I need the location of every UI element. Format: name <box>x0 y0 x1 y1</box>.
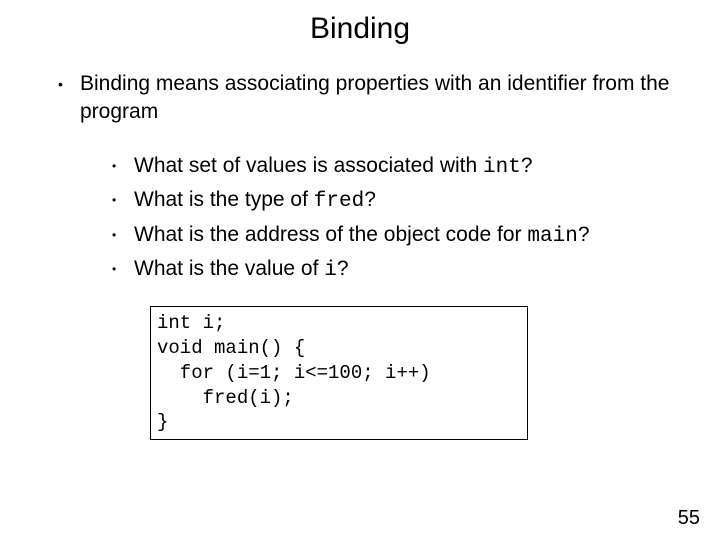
sub-bullet-4: What is the value of i? <box>112 254 680 286</box>
code-line-5: } <box>157 411 168 433</box>
sub2-after: ? <box>364 188 376 211</box>
code-line-4: fred(i); <box>157 387 294 409</box>
sub2-text: What is the type of <box>134 188 314 211</box>
main-bullet-text: Binding means associating properties wit… <box>80 72 669 123</box>
sub2-code: fred <box>314 190 364 213</box>
sub3-code: main <box>527 225 577 248</box>
page-number: 55 <box>678 507 700 530</box>
sub3-text: What is the address of the object code f… <box>134 223 527 246</box>
sub-bullet-3: What is the address of the object code f… <box>112 220 680 252</box>
sub1-text: What set of values is associated with <box>134 154 483 177</box>
sub-bullet-2: What is the type of fred? <box>112 185 680 217</box>
main-bullet: Binding means associating properties wit… <box>58 70 680 440</box>
sub4-text: What is the value of <box>134 257 324 280</box>
sub4-after: ? <box>337 257 349 280</box>
inner-bullet-list: What set of values is associated with in… <box>80 151 680 287</box>
code-line-1: int i; <box>157 312 225 334</box>
code-line-2: void main() { <box>157 337 305 359</box>
sub3-after: ? <box>578 223 590 246</box>
sub1-code: int <box>483 156 521 179</box>
sub1-after: ? <box>521 154 533 177</box>
sub-bullet-1: What set of values is associated with in… <box>112 151 680 183</box>
outer-bullet-list: Binding means associating properties wit… <box>40 70 680 440</box>
sub4-code: i <box>324 259 337 282</box>
code-line-3: for (i=1; i<=100; i++) <box>157 362 431 384</box>
code-example-box: int i; void main() { for (i=1; i<=100; i… <box>150 306 528 439</box>
slide-title: Binding <box>40 12 680 46</box>
